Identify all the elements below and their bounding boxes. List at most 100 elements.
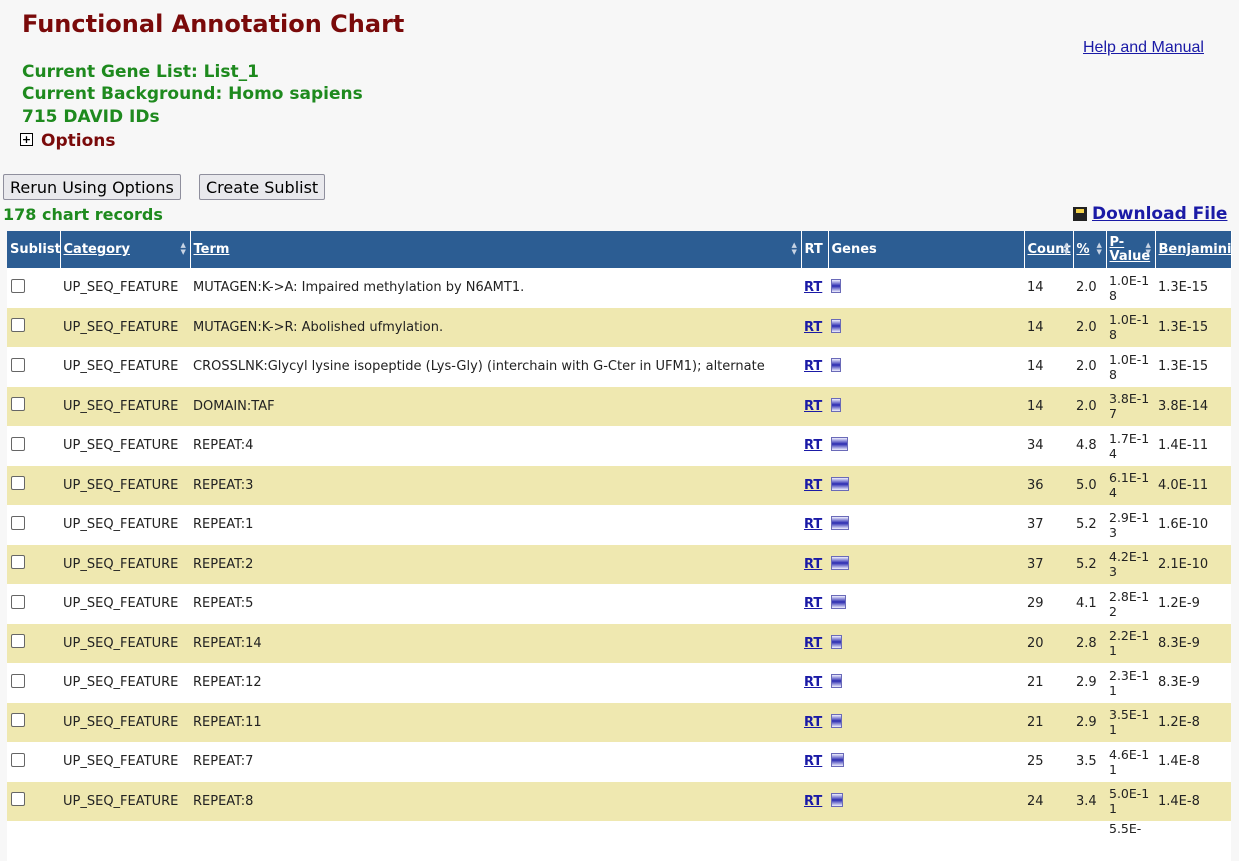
sublist-checkbox[interactable] bbox=[11, 436, 25, 451]
col-benjamini[interactable]: Benjamini bbox=[1155, 231, 1232, 268]
pvalue-cell: 1.7E-14 bbox=[1106, 426, 1155, 466]
category-cell: UP_SEQ_FEATURE bbox=[60, 702, 190, 742]
chart-records-count: 178 chart records bbox=[3, 205, 163, 224]
sublist-checkbox[interactable] bbox=[11, 555, 25, 570]
gene-bar-icon[interactable] bbox=[831, 595, 846, 610]
sublist-checkbox-cell bbox=[7, 781, 60, 821]
options-expand-icon[interactable]: + bbox=[20, 133, 33, 146]
sublist-checkbox[interactable] bbox=[11, 634, 25, 649]
sort-arrows-icon[interactable]: ▲ ▼ bbox=[1097, 242, 1105, 256]
gene-bar-icon[interactable] bbox=[831, 555, 849, 570]
gene-bar-icon[interactable] bbox=[831, 476, 849, 491]
col-percent[interactable]: % ▲ ▼ bbox=[1073, 231, 1107, 268]
sublist-checkbox[interactable] bbox=[11, 792, 25, 807]
genes-cell bbox=[828, 347, 1024, 387]
table-row: UP_SEQ_FEATURE REPEAT:5 RT 29 4.1 2.8E-12 1.2E… bbox=[7, 584, 1231, 624]
sublist-checkbox-cell bbox=[7, 584, 60, 624]
rt-link[interactable]: RT bbox=[804, 320, 822, 335]
pvalue-cell: 1.0E-18 bbox=[1106, 268, 1155, 308]
gene-bar-icon[interactable] bbox=[831, 437, 848, 452]
gene-bar-icon[interactable] bbox=[831, 674, 842, 689]
sort-category-link[interactable]: Category bbox=[64, 242, 130, 257]
rt-cell: RT bbox=[801, 742, 828, 782]
sublist-checkbox[interactable] bbox=[11, 515, 25, 530]
sublist-checkbox[interactable] bbox=[11, 594, 25, 609]
genes-cell bbox=[828, 268, 1024, 308]
gene-bar-icon[interactable] bbox=[831, 792, 843, 807]
genes-cell bbox=[828, 781, 1024, 821]
sort-arrows-icon[interactable]: ▲ ▼ bbox=[181, 242, 189, 256]
gene-bar-icon[interactable] bbox=[831, 397, 841, 412]
term-cell: REPEAT:7 bbox=[190, 742, 801, 782]
count-cell: 14 bbox=[1024, 386, 1073, 426]
rt-link[interactable]: RT bbox=[804, 280, 822, 295]
rt-cell: RT bbox=[801, 347, 828, 387]
pvalue-cell: 6.1E-14 bbox=[1106, 465, 1155, 505]
rt-link[interactable]: RT bbox=[804, 636, 822, 651]
percent-cell: 3.4 bbox=[1073, 781, 1106, 821]
rt-link[interactable]: RT bbox=[804, 715, 822, 730]
genes-cell bbox=[828, 742, 1024, 782]
sublist-checkbox[interactable] bbox=[11, 673, 25, 688]
genes-cell bbox=[828, 307, 1024, 347]
pvalue-cell: 1.0E-18 bbox=[1106, 307, 1155, 347]
gene-bar-icon[interactable] bbox=[831, 516, 849, 531]
sort-term-link[interactable]: Term bbox=[194, 242, 230, 257]
rt-link[interactable]: RT bbox=[804, 517, 822, 532]
benjamini-cell: 1.3E-15 bbox=[1155, 307, 1231, 347]
sort-arrows-icon[interactable]: ▲ ▼ bbox=[1146, 242, 1154, 256]
create-sublist-button[interactable]: Create Sublist bbox=[199, 174, 326, 200]
category-cell: UP_SEQ_FEATURE bbox=[60, 584, 190, 624]
col-term[interactable]: Term ▲ ▼ bbox=[190, 231, 802, 268]
sublist-checkbox[interactable] bbox=[11, 476, 25, 491]
rerun-options-button[interactable]: Rerun Using Options bbox=[3, 174, 181, 200]
sublist-checkbox[interactable] bbox=[11, 357, 25, 372]
genes-cell bbox=[828, 426, 1024, 466]
count-cell: 24 bbox=[1024, 781, 1073, 821]
rt-link[interactable]: RT bbox=[804, 399, 822, 414]
rt-link[interactable]: RT bbox=[804, 438, 822, 453]
download-file-link[interactable]: Download File bbox=[1073, 204, 1227, 224]
rt-link[interactable]: RT bbox=[804, 359, 822, 374]
sublist-checkbox-cell bbox=[7, 742, 60, 782]
rt-link[interactable]: RT bbox=[804, 794, 822, 809]
sublist-checkbox[interactable] bbox=[11, 752, 25, 767]
gene-bar-icon[interactable] bbox=[831, 318, 841, 333]
current-background: Current Background: Homo sapiens bbox=[22, 84, 363, 104]
col-count[interactable]: Count ▲ ▼ bbox=[1024, 231, 1074, 268]
rt-link[interactable]: RT bbox=[804, 557, 822, 572]
sublist-checkbox[interactable] bbox=[11, 713, 25, 728]
sort-arrows-icon[interactable]: ▲ ▼ bbox=[792, 242, 800, 256]
rt-link[interactable]: RT bbox=[804, 675, 822, 690]
gene-bar-icon[interactable] bbox=[831, 358, 841, 373]
term-cell: MUTAGEN:K->A: Impaired methylation by N6… bbox=[190, 268, 801, 308]
col-category[interactable]: Category ▲ ▼ bbox=[60, 231, 191, 268]
rt-link[interactable]: RT bbox=[804, 596, 822, 611]
rt-link[interactable]: RT bbox=[804, 478, 822, 493]
benjamini-cell: 1.3E-15 bbox=[1155, 347, 1231, 387]
sort-pvalue-link[interactable]: P-Value bbox=[1110, 235, 1151, 264]
sublist-checkbox[interactable] bbox=[11, 318, 25, 333]
benjamini-cell: 2.1E-10 bbox=[1155, 544, 1231, 584]
sort-arrows-icon[interactable]: ▲ ▼ bbox=[1064, 242, 1072, 256]
page-title: Functional Annotation Chart bbox=[22, 10, 405, 38]
sort-benjamini-link[interactable]: Benjamini bbox=[1159, 242, 1232, 257]
table-row: UP_SEQ_FEATURE REPEAT:7 RT 25 3.5 4.6E-11 1.4E… bbox=[7, 742, 1231, 782]
sublist-checkbox[interactable] bbox=[11, 278, 25, 293]
benjamini-cell: 1.2E-9 bbox=[1155, 584, 1231, 624]
table-row: UP_SEQ_FEATURE REPEAT:12 RT 21 2.9 2.3E-11 8.3… bbox=[7, 663, 1231, 703]
sublist-checkbox-cell bbox=[7, 307, 60, 347]
options-label[interactable]: Options bbox=[41, 131, 115, 151]
gene-bar-icon[interactable] bbox=[831, 634, 842, 649]
gene-bar-icon[interactable] bbox=[831, 753, 844, 768]
pvalue-cell: 4.2E-13 bbox=[1106, 544, 1155, 584]
rt-link[interactable]: RT bbox=[804, 754, 822, 769]
gene-bar-icon[interactable] bbox=[831, 279, 841, 294]
percent-cell: 4.8 bbox=[1073, 426, 1106, 466]
category-cell: UP_SEQ_FEATURE bbox=[60, 781, 190, 821]
help-manual-link[interactable]: Help and Manual bbox=[1083, 39, 1204, 57]
sort-percent-link[interactable]: % bbox=[1077, 242, 1090, 257]
col-pvalue[interactable]: P-Value ▲ ▼ bbox=[1106, 231, 1156, 268]
gene-bar-icon[interactable] bbox=[831, 713, 842, 728]
sublist-checkbox[interactable] bbox=[11, 397, 25, 412]
